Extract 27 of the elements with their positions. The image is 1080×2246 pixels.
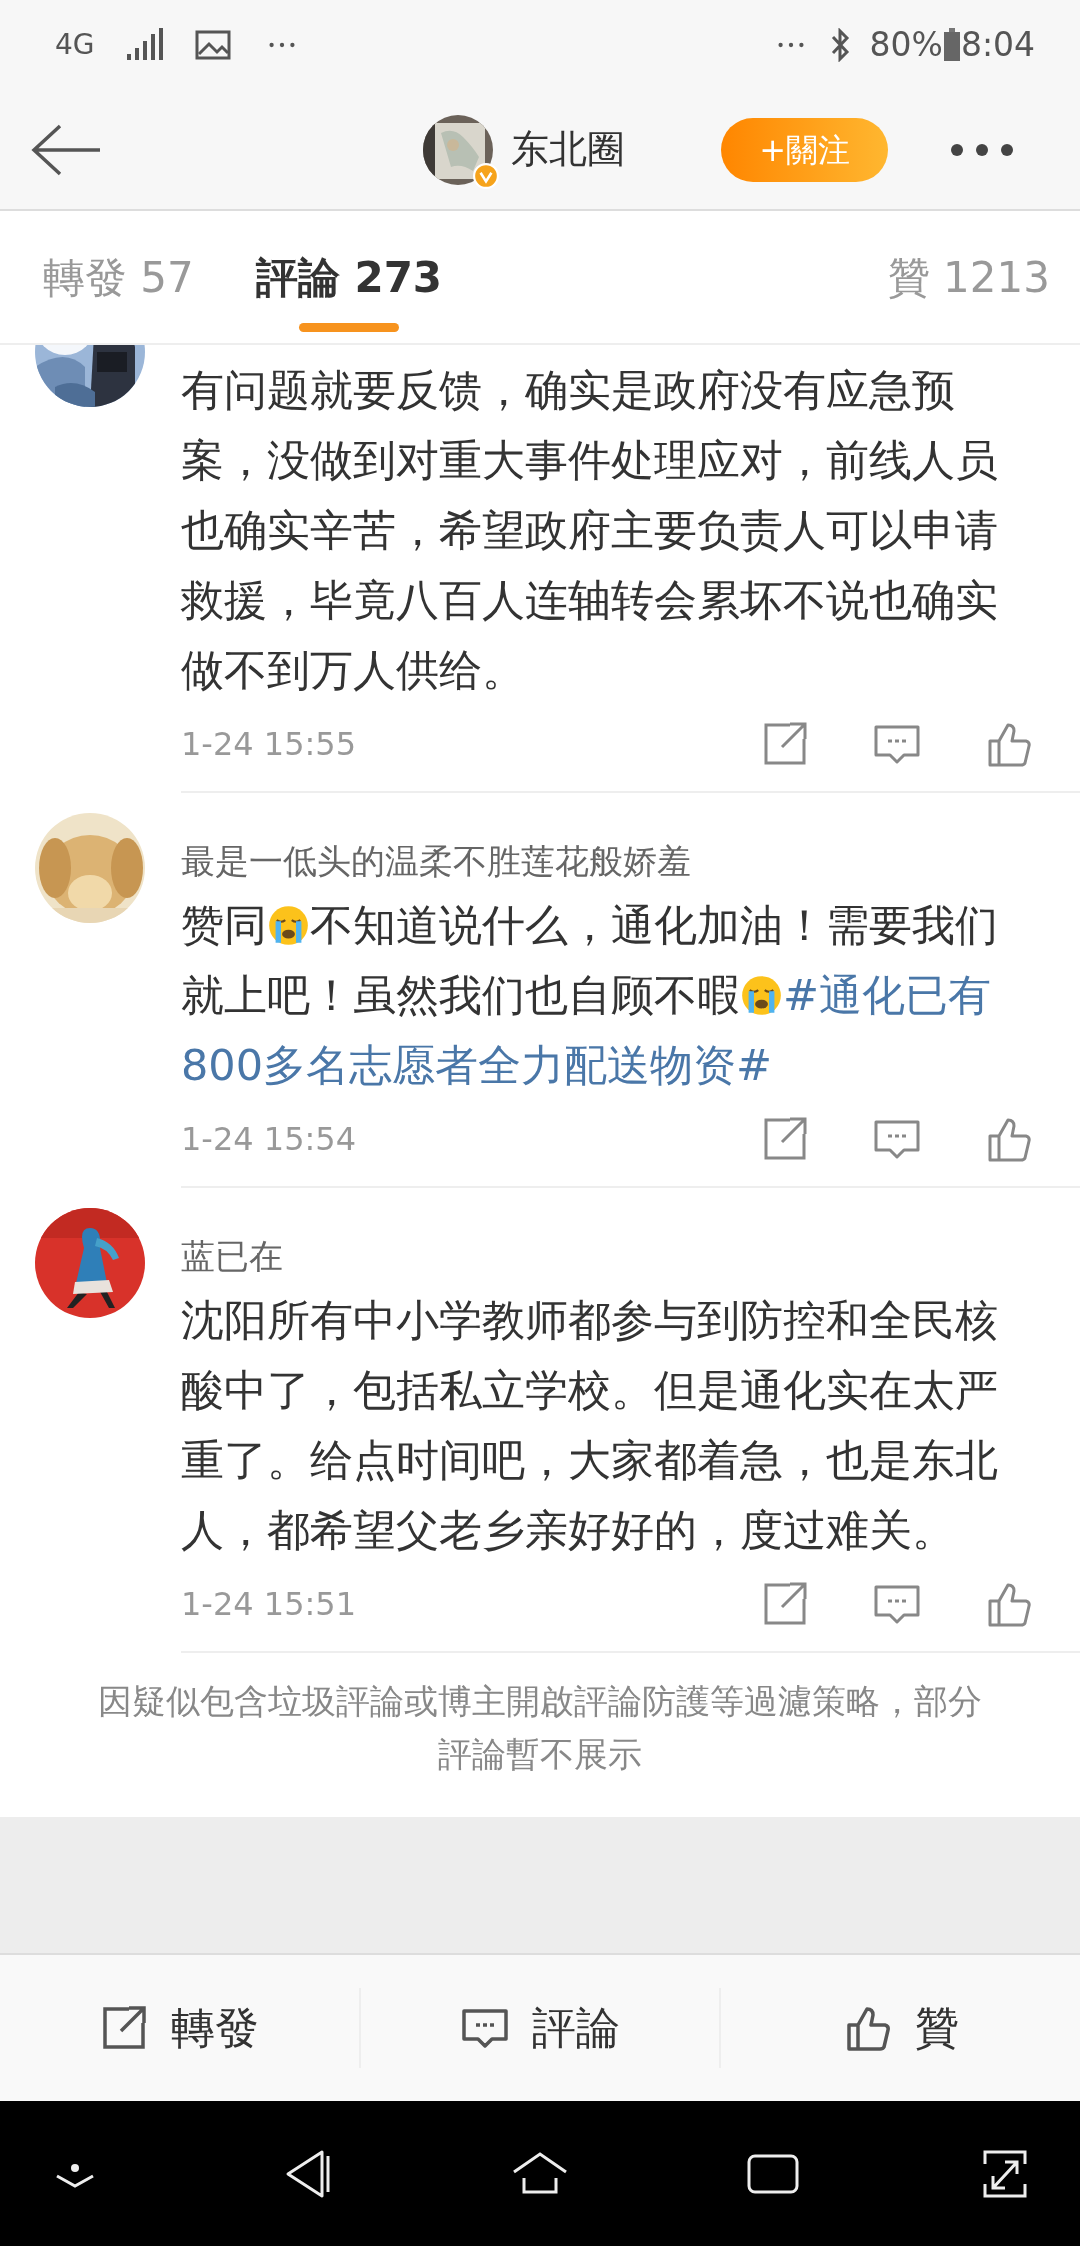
battery-text: 80% <box>869 24 943 67</box>
more-icon <box>268 42 295 48</box>
more-icon <box>777 42 804 48</box>
tab[interactable]: 評論 273 <box>255 210 443 344</box>
user-name[interactable]: 蓝已在 <box>181 1233 1080 1279</box>
filter-notice: 因疑似包含垃圾評論或博主開啟評論防護等過濾策略，部分評論暫不展示 <box>97 1680 983 1776</box>
network-type-icon: 4G <box>55 24 95 66</box>
crying-emoji-icon <box>740 974 783 1017</box>
action-button[interactable]: 贊 <box>721 1955 1080 2101</box>
comment-text: 赞同 不知道说什么，通化加油！需要我们就上吧！虽然我们也自顾不暇 #通化已有800多名志愿者全力配送物资# <box>181 899 999 1092</box>
comment-text: 沈阳所有中小学教师都参与到防控和全民核酸中了，包括私立学校。但是通化实在太严重了。给点时间吧，大家都着急，也是东北人，都希望父老乡亲好好的，度过难关。 <box>181 1294 999 1557</box>
account-name: 东北圈 <box>511 126 625 173</box>
action-button[interactable]: 評論 <box>360 1955 720 2101</box>
verified-badge-icon <box>473 162 499 189</box>
battery-icon <box>942 28 961 62</box>
clock-text: 8:04 <box>960 24 1035 67</box>
user-name[interactable]: 最是一低头的温柔不胜莲花般娇羞 <box>181 838 1080 884</box>
signal-icon <box>124 28 165 62</box>
crying-emoji-icon <box>267 904 310 947</box>
comment-time: 1-24 15:54 <box>181 1119 356 1160</box>
more-icon[interactable] <box>950 142 1014 157</box>
bluetooth-icon <box>829 28 850 62</box>
comment-time: 1-24 15:51 <box>181 1584 356 1625</box>
action-button[interactable]: 轉發 <box>0 1955 359 2101</box>
image-icon <box>194 30 231 60</box>
comment-text: 有问题就要反馈，确实是政府没有应急预案，没做到对重大事件处理应对，前线人员也确实辛苦，希望政府主要负责人可以申请救援，毕竟八百人连轴转会累坏不说也确实做不到万人供给。 <box>181 364 999 697</box>
comment-time: 1-24 15:55 <box>181 724 356 765</box>
